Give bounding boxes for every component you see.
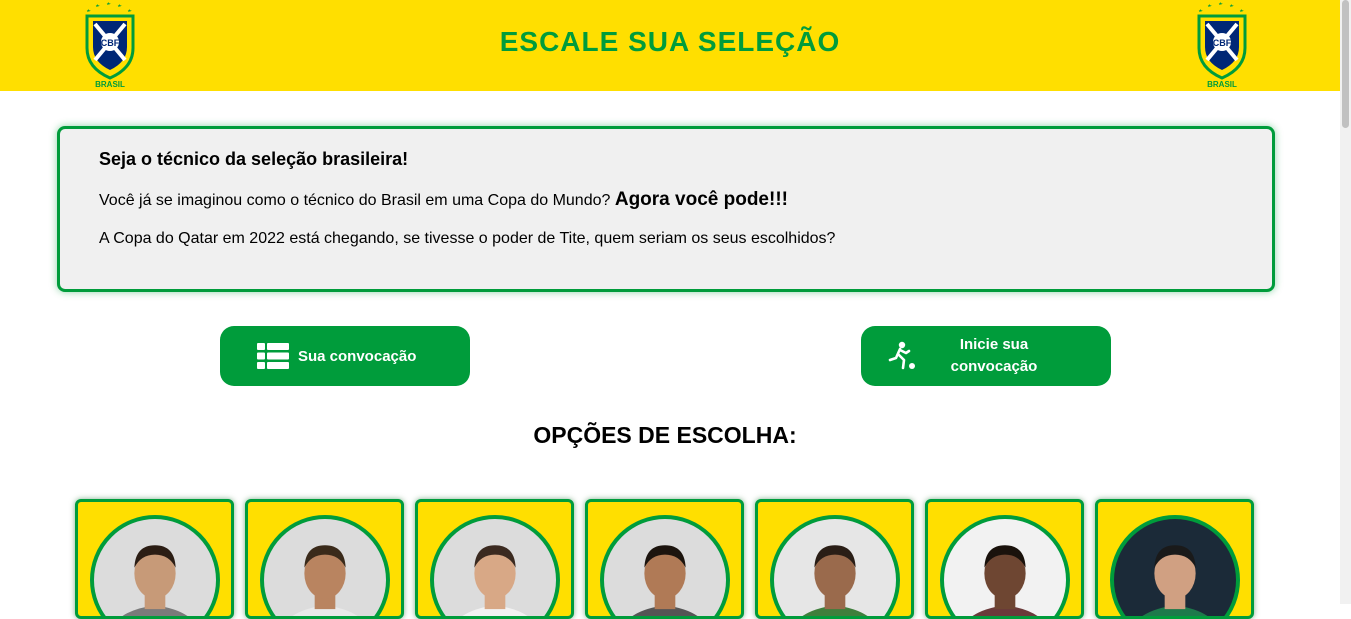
player-portrait-icon bbox=[462, 545, 528, 616]
cbf-logo-right: CBF BRASIL bbox=[1193, 2, 1251, 88]
player-portrait-icon bbox=[1142, 545, 1208, 616]
top-banner: CBF BRASIL ESCALE SUA SELEÇÃO CBF BRASIL bbox=[0, 0, 1340, 91]
player-photo bbox=[430, 515, 560, 616]
options-heading: OPÇÕES DE ESCOLHA: bbox=[533, 422, 797, 448]
player-photo bbox=[770, 515, 900, 616]
cbf-crest-icon: CBF BRASIL bbox=[1197, 2, 1247, 88]
player-portrait-icon bbox=[122, 545, 188, 616]
intro-emphasis: Agora você pode!!! bbox=[614, 189, 788, 210]
intro-heading: Seja o técnico da seleção brasileira! bbox=[99, 149, 409, 169]
crest-subtext: BRASIL bbox=[95, 80, 125, 88]
list-icon bbox=[257, 342, 289, 370]
sua-convocacao-label: Sua convocação bbox=[298, 347, 417, 365]
soccer-player-icon bbox=[885, 341, 917, 370]
player-option-card[interactable] bbox=[245, 499, 404, 619]
player-photo bbox=[940, 515, 1070, 616]
intro-line-2: A Copa do Qatar em 2022 está chegando, s… bbox=[99, 230, 836, 247]
inicie-convocacao-button[interactable]: Inicie sua convocação bbox=[861, 326, 1111, 386]
page-title: ESCALE SUA SELEÇÃO bbox=[499, 26, 841, 57]
scrollbar-thumb[interactable] bbox=[1342, 0, 1349, 128]
player-portrait-icon bbox=[972, 545, 1038, 616]
crest-subtext: BRASIL bbox=[1207, 80, 1237, 88]
player-portrait-icon bbox=[292, 545, 358, 616]
player-photo bbox=[600, 515, 730, 616]
player-option-card[interactable] bbox=[1095, 499, 1254, 619]
player-portrait-icon bbox=[632, 545, 698, 616]
crest-text: CBF bbox=[1213, 38, 1232, 48]
intro-panel: Seja o técnico da seleção brasileira! Vo… bbox=[57, 126, 1275, 292]
player-photo bbox=[90, 515, 220, 616]
intro-line-1: Você já se imaginou como o técnico do Br… bbox=[99, 188, 1272, 213]
player-option-card[interactable] bbox=[415, 499, 574, 619]
player-option-card[interactable] bbox=[75, 499, 234, 619]
sua-convocacao-button[interactable]: Sua convocação bbox=[220, 326, 470, 386]
intro-line-1-text: Você já se imaginou como o técnico do Br… bbox=[99, 192, 611, 209]
player-option-card[interactable] bbox=[925, 499, 1084, 619]
player-portrait-icon bbox=[802, 545, 868, 616]
player-photo bbox=[1110, 515, 1240, 616]
player-option-card[interactable] bbox=[755, 499, 914, 619]
player-photo bbox=[260, 515, 390, 616]
inicie-convocacao-label: Inicie sua convocação bbox=[950, 336, 1038, 375]
player-option-card[interactable] bbox=[585, 499, 744, 619]
page-scrollbar[interactable] bbox=[1340, 0, 1351, 604]
